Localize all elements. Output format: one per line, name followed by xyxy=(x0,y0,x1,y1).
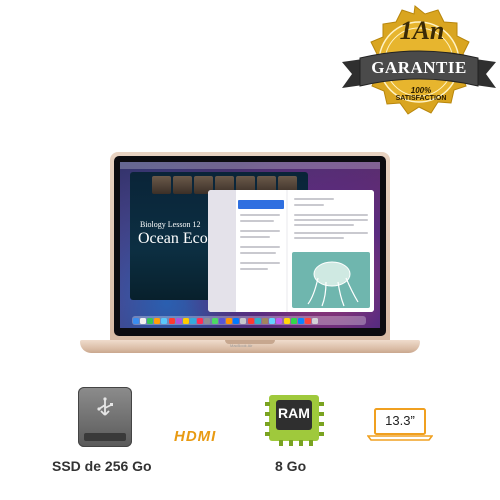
dock xyxy=(132,316,366,325)
usb-drive-icon xyxy=(78,387,132,447)
laptop-model-label: MacBook Air xyxy=(230,343,253,348)
laptop-lid: Biology Lesson 12 Ocean Eco xyxy=(110,152,390,342)
laptop-screen-size-icon: 13.3” xyxy=(367,408,433,442)
lesson-title: Ocean Eco xyxy=(138,230,208,247)
laptop-bezel: Biology Lesson 12 Ocean Eco xyxy=(114,156,386,336)
mail-sidebar xyxy=(208,190,236,312)
laptop-screen: Biology Lesson 12 Ocean Eco xyxy=(120,162,380,328)
usb-symbol-icon xyxy=(92,397,118,419)
hdmi-logo: HDMI xyxy=(174,428,217,445)
screen-menubar xyxy=(120,162,380,169)
participant-thumbnail xyxy=(152,176,171,194)
drive-slot xyxy=(84,433,126,441)
mail-window xyxy=(208,190,374,312)
guarantee-badge: 1An GARANTIE 100% SATISFACTION xyxy=(330,0,500,150)
ram-chip-text: RAM xyxy=(278,405,310,421)
ram-spec-label: 8 Go xyxy=(275,458,307,474)
participant-thumbnail xyxy=(173,176,192,194)
macbook-air-image: Biology Lesson 12 Ocean Eco MacBook Air xyxy=(80,150,420,365)
lesson-subtitle: Biology Lesson 12 xyxy=(140,220,201,229)
guarantee-percent: 100% xyxy=(410,86,432,95)
screen-size-value: 13.3” xyxy=(385,413,415,428)
guarantee-title: GARANTIE xyxy=(371,58,467,77)
selected-message xyxy=(238,200,284,209)
storage-spec-label: SSD de 256 Go xyxy=(52,458,152,474)
guarantee-satisfaction: SATISFACTION xyxy=(395,95,447,102)
mail-attachment-diagram xyxy=(292,252,370,308)
ram-chip-icon: RAM xyxy=(265,392,325,448)
guarantee-years: 1An xyxy=(399,16,445,45)
